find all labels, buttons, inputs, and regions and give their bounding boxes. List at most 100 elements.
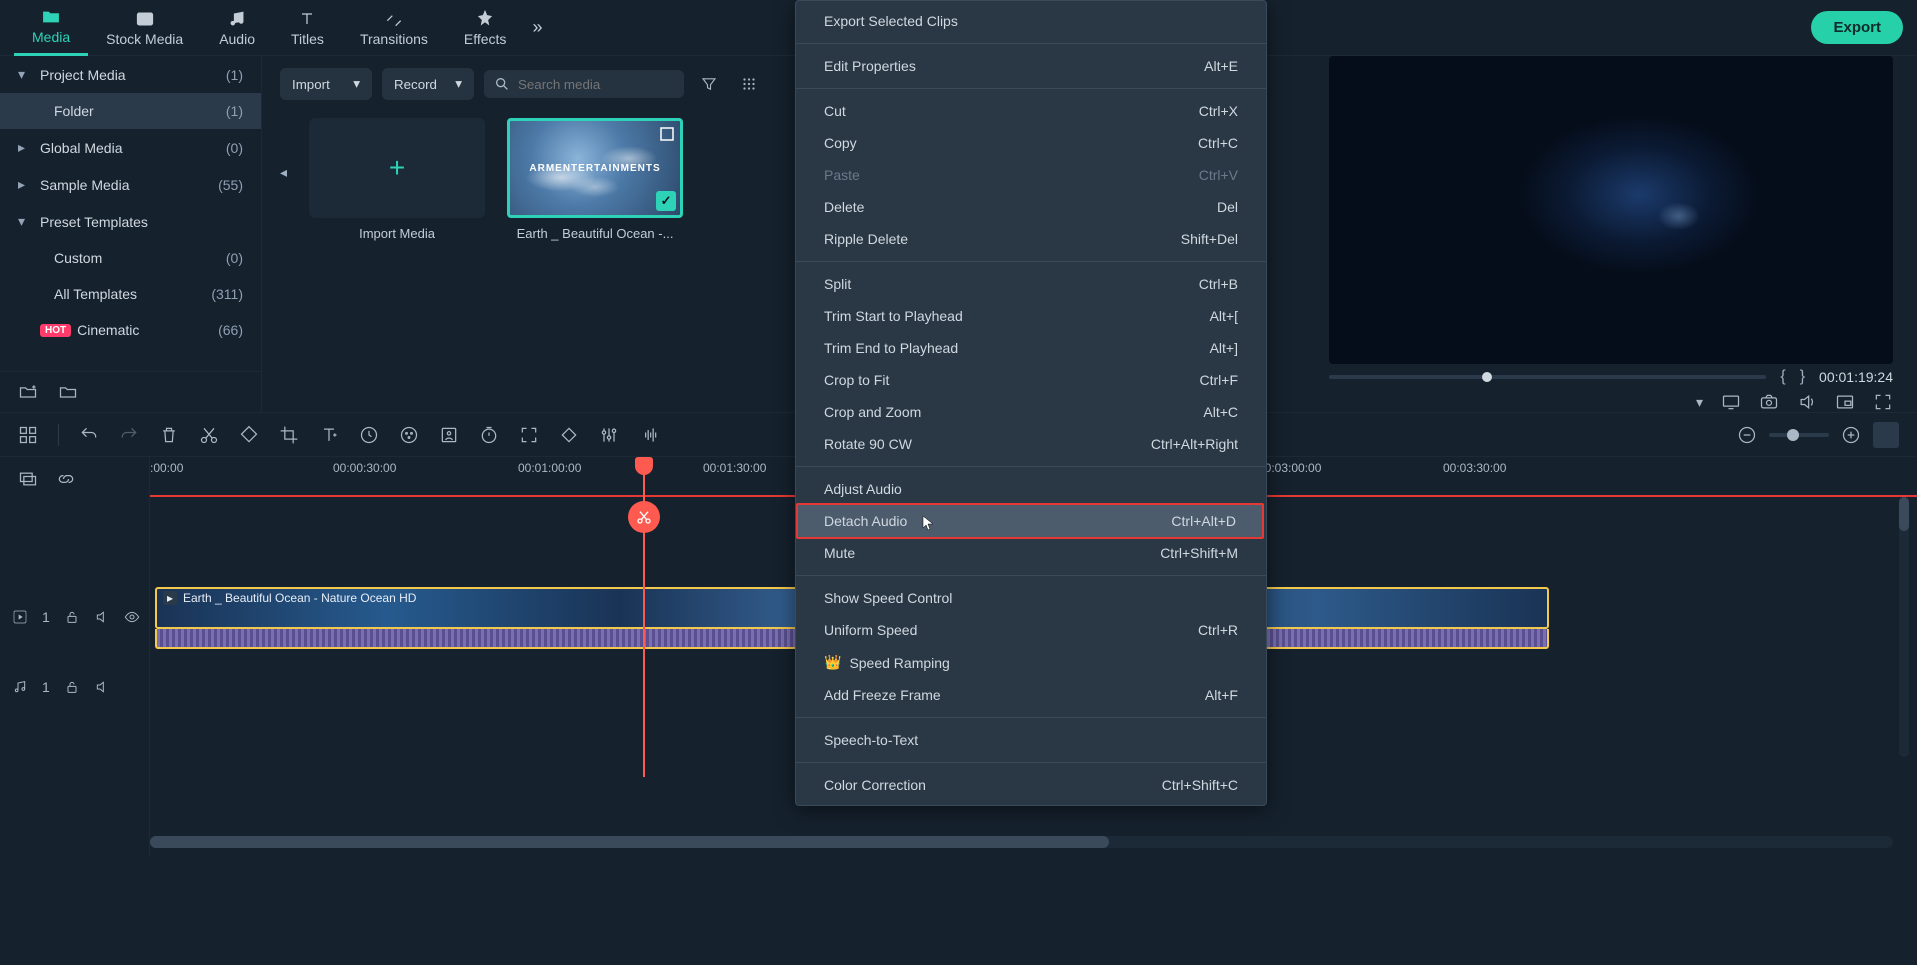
text-icon[interactable] bbox=[319, 425, 339, 445]
context-menu-item[interactable]: 👑Speed Ramping bbox=[796, 646, 1266, 679]
context-menu-item[interactable]: Uniform SpeedCtrl+R bbox=[796, 614, 1266, 646]
color-icon[interactable] bbox=[399, 425, 419, 445]
eye-icon[interactable] bbox=[124, 609, 140, 625]
sidebar-item-all-templates[interactable]: All Templates (311) bbox=[0, 276, 261, 312]
sidebar-item-folder[interactable]: Folder (1) bbox=[0, 93, 261, 129]
context-menu-item[interactable]: Add Freeze FrameAlt+F bbox=[796, 679, 1266, 711]
context-menu-item[interactable]: Color CorrectionCtrl+Shift+C bbox=[796, 769, 1266, 801]
timeline-end-box[interactable] bbox=[1873, 422, 1899, 448]
tab-transitions[interactable]: Transitions bbox=[342, 0, 446, 56]
tab-titles[interactable]: Titles bbox=[273, 0, 342, 56]
context-menu-item[interactable]: Trim End to PlayheadAlt+] bbox=[796, 332, 1266, 364]
sidebar-item-cinematic[interactable]: HOTCinematic (66) bbox=[0, 312, 261, 348]
context-menu-item[interactable]: Detach AudioCtrl+Alt+D bbox=[796, 503, 1264, 539]
sidebar-item-global-media[interactable]: ▸Global Media (0) bbox=[0, 129, 261, 166]
context-menu-item[interactable]: Export Selected Clips bbox=[796, 5, 1266, 37]
delete-icon[interactable] bbox=[159, 425, 179, 445]
keyframe-icon[interactable] bbox=[559, 425, 579, 445]
context-menu-item[interactable]: DeleteDel bbox=[796, 191, 1266, 223]
fit-icon[interactable] bbox=[519, 425, 539, 445]
context-menu-label: Adjust Audio bbox=[824, 481, 902, 497]
context-menu-item[interactable]: Ripple DeleteShift+Del bbox=[796, 223, 1266, 255]
context-menu-label: Rotate 90 CW bbox=[824, 436, 912, 452]
tab-stock-media[interactable]: Stock Media bbox=[88, 0, 201, 56]
layout-icon[interactable] bbox=[18, 425, 38, 445]
context-menu-item[interactable]: MuteCtrl+Shift+M bbox=[796, 537, 1266, 569]
sidebar-item-custom[interactable]: Custom (0) bbox=[0, 240, 261, 276]
sidebar-item-count: (55) bbox=[218, 177, 243, 193]
context-menu-label: Crop and Zoom bbox=[824, 404, 921, 420]
sidebar-item-label: Project Media bbox=[40, 67, 126, 83]
playhead[interactable] bbox=[643, 457, 645, 777]
filter-icon[interactable] bbox=[694, 69, 724, 99]
timer-icon[interactable] bbox=[479, 425, 499, 445]
display-icon[interactable] bbox=[1721, 392, 1741, 412]
snapshot-icon[interactable] bbox=[1759, 392, 1779, 412]
cut-icon[interactable] bbox=[199, 425, 219, 445]
import-media-tile[interactable]: + bbox=[309, 118, 485, 218]
fullscreen-icon[interactable] bbox=[1873, 392, 1893, 412]
zoom-in-icon[interactable] bbox=[1841, 425, 1861, 445]
sidebar-item-sample-media[interactable]: ▸Sample Media (55) bbox=[0, 166, 261, 203]
undo-icon[interactable] bbox=[79, 425, 99, 445]
crop-icon[interactable] bbox=[279, 425, 299, 445]
export-button[interactable]: Export bbox=[1811, 11, 1903, 44]
tab-audio[interactable]: Audio bbox=[201, 0, 273, 56]
redo-icon[interactable] bbox=[119, 425, 139, 445]
preview-progress[interactable] bbox=[1329, 375, 1766, 379]
sidebar-item-preset-templates[interactable]: ▾Preset Templates bbox=[0, 203, 261, 240]
context-menu-item[interactable]: Crop to FitCtrl+F bbox=[796, 364, 1266, 396]
zoom-out-icon[interactable] bbox=[1737, 425, 1757, 445]
speaker-icon[interactable] bbox=[1797, 392, 1817, 412]
zoom-slider[interactable] bbox=[1769, 433, 1829, 437]
link-icon[interactable] bbox=[56, 469, 76, 489]
lock-icon[interactable] bbox=[64, 609, 80, 625]
context-menu-item[interactable]: Rotate 90 CWCtrl+Alt+Right bbox=[796, 428, 1266, 460]
context-menu-item[interactable]: SplitCtrl+B bbox=[796, 268, 1266, 300]
track-music-icon[interactable] bbox=[12, 679, 28, 695]
lock-icon[interactable] bbox=[64, 679, 80, 695]
clip-play-icon: ▸ bbox=[163, 591, 177, 605]
context-menu-item[interactable]: Trim Start to PlayheadAlt+[ bbox=[796, 300, 1266, 332]
audio-mixer-icon[interactable] bbox=[639, 425, 659, 445]
mark-in-icon[interactable]: { bbox=[1780, 368, 1785, 386]
playhead-cut-icon[interactable] bbox=[628, 501, 660, 533]
playhead-handle[interactable] bbox=[635, 457, 653, 475]
search-input[interactable] bbox=[518, 77, 674, 92]
preview-canvas[interactable] bbox=[1329, 56, 1893, 364]
media-thumbnail[interactable]: ARMENTERTAINMENTS ✓ bbox=[507, 118, 683, 218]
context-menu-item[interactable]: Show Speed Control bbox=[796, 582, 1266, 614]
context-menu-item[interactable]: Edit PropertiesAlt+E bbox=[796, 50, 1266, 82]
context-menu-item[interactable]: Adjust Audio bbox=[796, 473, 1266, 505]
tag-icon[interactable] bbox=[239, 425, 259, 445]
grid-view-icon[interactable] bbox=[734, 69, 764, 99]
add-marker-icon[interactable] bbox=[18, 469, 38, 489]
timeline-v-scrollbar[interactable] bbox=[1899, 497, 1909, 757]
mute-icon[interactable] bbox=[94, 609, 110, 625]
collapse-arrow-icon[interactable]: ◂ bbox=[280, 164, 287, 181]
ruler-tick: 00:01:30:00 bbox=[703, 461, 766, 475]
greenscreen-icon[interactable] bbox=[439, 425, 459, 445]
adjust-icon[interactable] bbox=[599, 425, 619, 445]
timeline-h-scrollbar[interactable] bbox=[150, 836, 1893, 848]
import-dropdown[interactable]: Import▾ bbox=[280, 68, 372, 100]
context-menu-item[interactable]: CopyCtrl+C bbox=[796, 127, 1266, 159]
pip-icon[interactable] bbox=[1835, 392, 1855, 412]
search-box[interactable] bbox=[484, 70, 684, 98]
new-folder-icon[interactable] bbox=[18, 382, 38, 402]
context-menu-item[interactable]: CutCtrl+X bbox=[796, 95, 1266, 127]
context-menu-item[interactable]: Crop and ZoomAlt+C bbox=[796, 396, 1266, 428]
context-menu-item[interactable]: Speech-to-Text bbox=[796, 724, 1266, 756]
quality-dropdown-icon[interactable]: ▾ bbox=[1696, 394, 1703, 411]
folder-outline-icon[interactable] bbox=[58, 382, 78, 402]
tab-effects[interactable]: Effects bbox=[446, 0, 525, 56]
speed-icon[interactable] bbox=[359, 425, 379, 445]
track-play-icon[interactable] bbox=[12, 609, 28, 625]
context-menu-item: PasteCtrl+V bbox=[796, 159, 1266, 191]
record-dropdown[interactable]: Record▾ bbox=[382, 68, 474, 100]
tab-more[interactable]: » bbox=[532, 17, 542, 38]
sidebar-item-project-media[interactable]: ▾Project Media (1) bbox=[0, 56, 261, 93]
tab-media[interactable]: Media bbox=[14, 0, 88, 56]
mute-icon[interactable] bbox=[94, 679, 110, 695]
mark-out-icon[interactable]: } bbox=[1800, 368, 1805, 386]
